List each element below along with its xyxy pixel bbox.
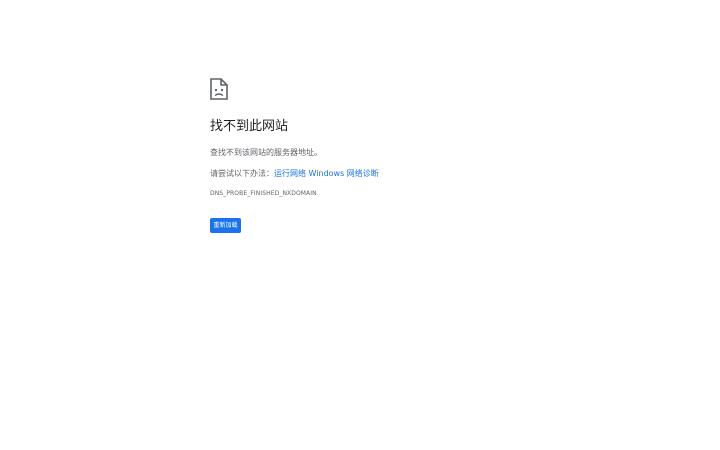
sad-document-icon [210, 78, 228, 100]
reload-button[interactable]: 重新加载 [210, 218, 241, 233]
error-page: 找不到此网站 查找不到该网站的服务器地址。 请尝试以下办法：运行网络 Windo… [0, 0, 720, 450]
error-description: 查找不到该网站的服务器地址。 [210, 148, 322, 157]
error-title: 找不到此网站 [210, 119, 289, 134]
error-code: DNS_PROBE_FINISHED_NXDOMAIN [210, 190, 317, 197]
error-content: 找不到此网站 查找不到该网站的服务器地址。 请尝试以下办法：运行网络 Windo… [210, 78, 670, 198]
network-diagnostics-link[interactable]: 运行网络 Windows 网络诊断 [274, 169, 379, 178]
error-hint: 请尝试以下办法：运行网络 Windows 网络诊断 [210, 168, 670, 179]
hint-prefix: 请尝试以下办法： [210, 169, 274, 178]
